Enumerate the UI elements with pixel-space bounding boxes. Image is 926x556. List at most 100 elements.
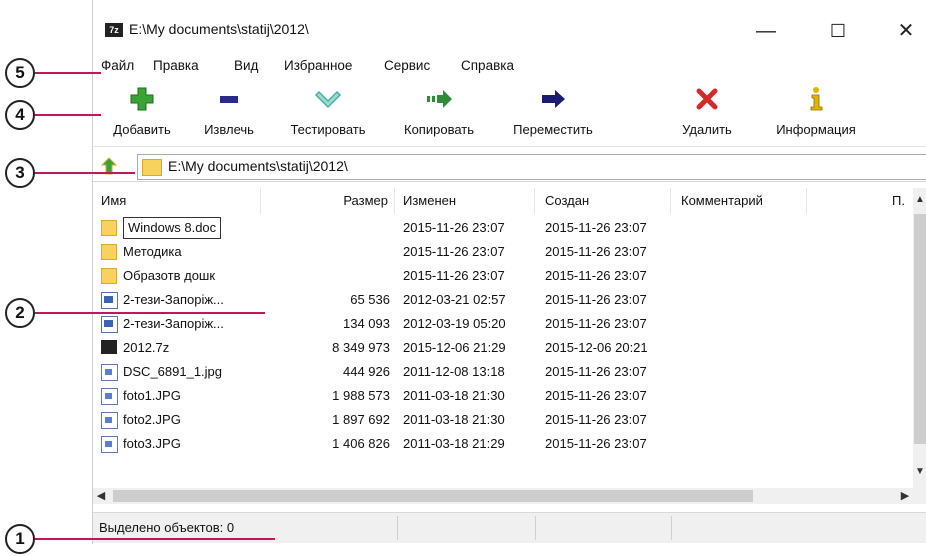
callout-3: 3 (5, 158, 35, 188)
window-title: E:\My documents\statij\2012\ (129, 21, 309, 37)
folder-icon (101, 244, 117, 260)
file-modified: 2011-03-18 21:30 (403, 388, 505, 403)
file-rows: Windows 8.doc 2015-11-26 23:07 2015-11-2… (93, 216, 913, 456)
add-label: Добавить (113, 122, 171, 137)
callout-1: 1 (5, 524, 35, 554)
file-created: 2015-11-26 23:07 (545, 364, 647, 379)
file-row[interactable]: foto3.JPG 1 406 826 2011-03-18 21:29 201… (93, 432, 913, 456)
column-header-name[interactable]: Имя (93, 188, 261, 214)
delete-button[interactable]: Удалить (677, 86, 737, 144)
move-label: Переместить (513, 122, 593, 137)
horizontal-scroll-thumb[interactable] (113, 490, 753, 502)
file-modified: 2011-12-08 13:18 (403, 364, 505, 379)
test-button[interactable]: Тестировать (283, 86, 373, 144)
file-name: DSC_6891_1.jpg (123, 364, 223, 379)
file-modified: 2015-12-06 21:29 (403, 340, 506, 355)
file-size: 8 349 973 (332, 340, 390, 355)
file-name: foto1.JPG (123, 388, 181, 403)
move-button[interactable]: Переместить (503, 86, 603, 144)
title-bar[interactable]: 7z E:\My documents\statij\2012\ — ☐ ✕ (93, 0, 926, 48)
move-arrow-icon (542, 90, 565, 108)
file-row[interactable]: Образотв дошк 2015-11-26 23:07 2015-11-2… (93, 264, 913, 288)
file-size: 134 093 (343, 316, 390, 331)
app-window: 7z E:\My documents\statij\2012\ — ☐ ✕ Фа… (92, 0, 926, 544)
extract-button[interactable]: Извлечь (199, 86, 259, 144)
scroll-up-arrow-icon[interactable]: ▲ (913, 192, 926, 208)
maximize-button[interactable]: ☐ (815, 14, 861, 48)
file-list: Имя Размер Изменен Создан Комментарий П.… (93, 188, 926, 488)
file-row[interactable]: Windows 8.doc 2015-11-26 23:07 2015-11-2… (93, 216, 913, 240)
vertical-scroll-thumb[interactable] (914, 214, 926, 444)
file-row[interactable]: DSC_6891_1.jpg 444 926 2011-12-08 13:18 … (93, 360, 913, 384)
callout-line-1 (35, 538, 275, 540)
archive-7z-icon (101, 340, 117, 354)
file-row[interactable]: 2-тези-Запоріж... 134 093 2012-03-19 05:… (93, 312, 913, 336)
file-row[interactable]: foto2.JPG 1 897 692 2011-03-18 21:30 201… (93, 408, 913, 432)
address-bar: E:\My documents\statij\2012\ ⌄ (93, 151, 926, 182)
file-size: 444 926 (343, 364, 390, 379)
image-file-icon (101, 364, 118, 381)
add-button[interactable]: Добавить (107, 86, 177, 144)
menu-tools[interactable]: Сервис (384, 58, 430, 73)
column-header-created[interactable]: Создан (535, 188, 671, 214)
address-input[interactable]: E:\My documents\statij\2012\ ⌄ (137, 154, 926, 180)
copy-arrow-icon (427, 90, 452, 108)
word-doc-icon (101, 316, 118, 333)
column-header-size[interactable]: Размер (261, 188, 395, 214)
file-row[interactable]: foto1.JPG 1 988 573 2011-03-18 21:30 201… (93, 384, 913, 408)
file-row[interactable]: Методика 2015-11-26 23:07 2015-11-26 23:… (93, 240, 913, 264)
file-row[interactable]: 2012.7z 8 349 973 2015-12-06 21:29 2015-… (93, 336, 913, 360)
menu-edit[interactable]: Правка (153, 58, 199, 73)
info-button[interactable]: Информация (765, 86, 867, 144)
column-header-comment[interactable]: Комментарий (671, 188, 807, 214)
extract-label: Извлечь (204, 122, 254, 137)
close-button[interactable]: ✕ (883, 14, 926, 48)
file-created: 2015-11-26 23:07 (545, 220, 647, 235)
file-modified: 2015-11-26 23:07 (403, 244, 505, 259)
column-header-modified[interactable]: Изменен (395, 188, 535, 214)
copy-button[interactable]: Копировать (393, 86, 485, 144)
image-file-icon (101, 436, 118, 453)
file-name: foto3.JPG (123, 436, 181, 451)
callout-line-3 (35, 172, 135, 174)
file-modified: 2012-03-19 05:20 (403, 316, 506, 331)
callout-line-2 (35, 312, 265, 314)
vertical-scrollbar[interactable]: ▲ ▼ (913, 188, 926, 488)
file-row[interactable]: 2-тези-Запоріж... 65 536 2012-03-21 02:5… (93, 288, 913, 312)
menu-file[interactable]: Файл (101, 58, 134, 73)
callout-line-4 (35, 114, 101, 116)
scroll-left-arrow-icon[interactable]: ◀ (93, 488, 109, 504)
file-size: 65 536 (350, 292, 390, 307)
folder-icon (101, 220, 117, 236)
file-created: 2015-11-26 23:07 (545, 316, 647, 331)
file-size (308, 216, 390, 240)
file-name: 2012.7z (123, 340, 170, 355)
menu-view[interactable]: Вид (234, 58, 258, 73)
horizontal-scrollbar[interactable]: ◀ ▶ (93, 488, 926, 504)
test-checkmark-icon (314, 90, 342, 109)
file-modified: 2012-03-21 02:57 (403, 292, 506, 307)
scroll-down-arrow-icon[interactable]: ▼ (913, 464, 926, 480)
file-name: Методика (123, 244, 182, 259)
file-name: 2-тези-Запоріж... (123, 316, 224, 331)
column-header-more[interactable]: П. (807, 188, 913, 214)
file-modified: 2011-03-18 21:29 (403, 436, 505, 451)
callout-2: 2 (5, 298, 35, 328)
test-label: Тестировать (290, 122, 366, 137)
callout-line-5 (35, 72, 101, 74)
menu-favorites[interactable]: Избранное (284, 58, 352, 73)
file-name-edit[interactable]: Windows 8.doc (123, 217, 222, 239)
address-path: E:\My documents\statij\2012\ (168, 158, 348, 174)
menu-help[interactable]: Справка (461, 58, 514, 73)
file-modified: 2015-11-26 23:07 (403, 220, 505, 235)
callout-5: 5 (5, 58, 35, 88)
status-divider (671, 516, 672, 540)
file-modified: 2011-03-18 21:30 (403, 412, 505, 427)
info-i-icon (810, 87, 823, 111)
file-name: 2-тези-Запоріж... (123, 292, 224, 307)
delete-x-icon (696, 88, 718, 110)
7zip-app-icon: 7z (105, 23, 123, 37)
minimize-button[interactable]: — (743, 14, 789, 48)
status-divider (397, 516, 398, 540)
scroll-right-arrow-icon[interactable]: ▶ (897, 488, 913, 504)
